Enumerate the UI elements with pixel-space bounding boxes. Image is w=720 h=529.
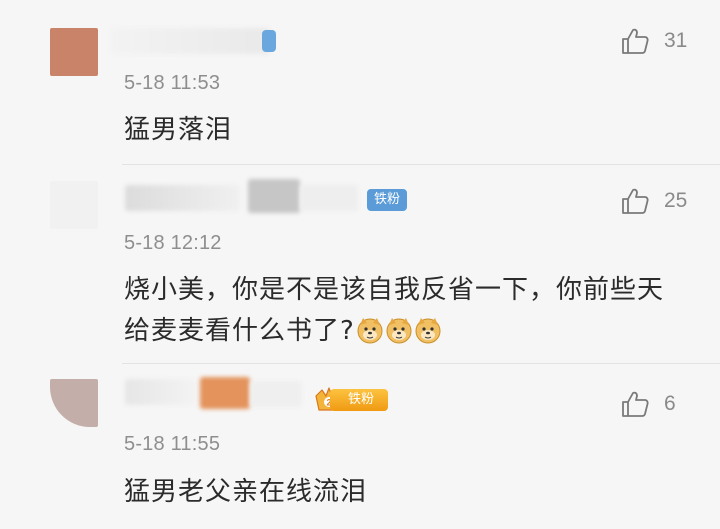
username-blurred[interactable] xyxy=(125,379,197,405)
comment-item[interactable]: 铁粉 25 5-18 12:12 烧小美，你是不是该自我反省一下，你前些天 给麦… xyxy=(0,165,720,365)
thumbs-up-icon xyxy=(622,188,649,214)
username-blurred[interactable] xyxy=(200,377,250,409)
like-button[interactable]: 6 xyxy=(620,389,690,419)
comment-text-line: 烧小美，你是不是该自我反省一下，你前些天 xyxy=(124,275,665,305)
doge-emoji xyxy=(386,318,412,344)
thumbs-up-icon xyxy=(622,28,649,54)
like-button[interactable]: 25 xyxy=(620,186,690,216)
username-blurred[interactable] xyxy=(110,28,270,54)
comment-text: 猛男落泪 xyxy=(124,115,233,145)
timestamp: 5-18 11:53 xyxy=(124,72,221,94)
avatar[interactable] xyxy=(50,181,98,229)
comment-text: 猛男老父亲在线流泪 xyxy=(124,477,368,507)
username-blurred[interactable] xyxy=(300,185,358,211)
thumbs-up-icon xyxy=(622,391,649,417)
avatar[interactable] xyxy=(50,28,98,76)
username-blurred[interactable] xyxy=(248,179,300,213)
fans-badge: 铁粉 xyxy=(367,189,407,211)
like-count: 25 xyxy=(664,189,688,212)
user-badge xyxy=(262,30,276,52)
timestamp: 5-18 11:55 xyxy=(124,433,221,455)
avatar[interactable] xyxy=(50,379,98,427)
fans-badge: 铁粉 xyxy=(330,389,388,411)
like-count: 6 xyxy=(664,392,676,415)
comment-list: 31 5-18 11:53 猛男落泪 铁粉 25 5-18 12:12 烧小美，… xyxy=(0,0,720,529)
like-count: 31 xyxy=(664,29,688,52)
comment-item[interactable]: 31 5-18 11:53 猛男落泪 xyxy=(0,0,720,165)
like-button[interactable]: 31 xyxy=(620,26,690,56)
comment-item[interactable]: 2 铁粉 6 5-18 11:55 猛男老父亲在线流泪 xyxy=(0,365,720,529)
fans-badge-label: 铁粉 xyxy=(347,392,374,407)
doge-emoji xyxy=(357,318,383,344)
username-blurred[interactable] xyxy=(125,185,240,211)
doge-emoji xyxy=(415,318,441,344)
comment-text-span: 给麦麦看什么书了? xyxy=(124,316,355,346)
comment-text-line: 给麦麦看什么书了? xyxy=(124,312,442,350)
divider xyxy=(122,363,720,364)
username-blurred[interactable] xyxy=(250,381,302,407)
timestamp: 5-18 12:12 xyxy=(124,232,222,254)
